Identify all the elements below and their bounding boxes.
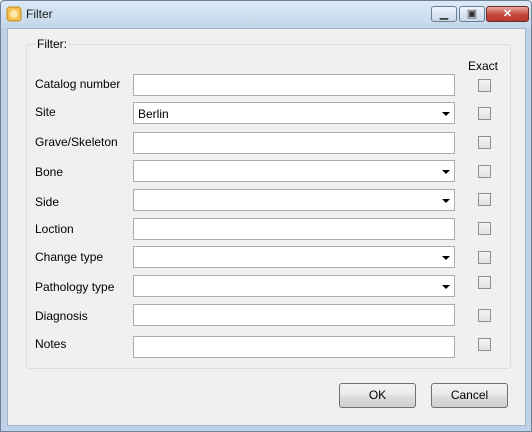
bone-label: Bone (35, 165, 64, 179)
maximize-icon: ▣ (466, 8, 478, 20)
catalog-number-exact-checkbox[interactable] (478, 79, 491, 92)
notes-input[interactable] (133, 336, 455, 358)
change-type-label: Change type (35, 250, 104, 264)
side-exact-checkbox[interactable] (478, 193, 491, 206)
change-type-dropdown[interactable] (133, 246, 455, 268)
diagnosis-input[interactable] (133, 304, 455, 326)
filter-group: Filter: Exact Catalog number Site Berlin… (26, 37, 511, 369)
chevron-down-icon (442, 256, 450, 260)
dialog-body: Filter: Exact Catalog number Site Berlin… (7, 28, 526, 426)
pathology-type-label: Pathology type (35, 280, 115, 294)
cancel-button[interactable]: Cancel (431, 383, 508, 408)
location-input[interactable] (133, 218, 455, 240)
grave-skeleton-exact-checkbox[interactable] (478, 136, 491, 149)
minimize-button[interactable]: ▁ (431, 6, 457, 22)
exact-column-header: Exact (468, 59, 499, 73)
close-icon: ✕ (502, 8, 513, 20)
filter-dialog: Filter ▁ ▣ ✕ Filter: Exact Catalog numbe… (0, 0, 532, 432)
window-title: Filter (26, 7, 53, 21)
group-title: Filter: (36, 37, 68, 51)
app-icon (6, 6, 22, 22)
site-selected-value: Berlin (138, 107, 169, 121)
site-label: Site (35, 105, 56, 119)
maximize-button[interactable]: ▣ (459, 6, 485, 22)
ok-button[interactable]: OK (339, 383, 416, 408)
chevron-down-icon (442, 285, 450, 289)
chevron-down-icon (442, 199, 450, 203)
title-bar[interactable]: Filter ▁ ▣ ✕ (1, 1, 531, 28)
grave-skeleton-label: Grave/Skeleton (35, 135, 118, 149)
side-dropdown[interactable] (133, 189, 455, 211)
pathology-type-exact-checkbox[interactable] (478, 276, 491, 289)
site-dropdown[interactable]: Berlin (133, 102, 455, 124)
bone-exact-checkbox[interactable] (478, 165, 491, 178)
notes-label: Notes (35, 337, 67, 351)
notes-exact-checkbox[interactable] (478, 338, 491, 351)
location-exact-checkbox[interactable] (478, 222, 491, 235)
pathology-type-dropdown[interactable] (133, 275, 455, 297)
diagnosis-label: Diagnosis (35, 309, 88, 323)
side-label: Side (35, 195, 60, 209)
change-type-exact-checkbox[interactable] (478, 251, 491, 264)
catalog-number-label: Catalog number (35, 77, 121, 91)
diagnosis-exact-checkbox[interactable] (478, 309, 491, 322)
close-button[interactable]: ✕ (486, 6, 529, 22)
minimize-icon: ▁ (439, 8, 449, 20)
chevron-down-icon (442, 170, 450, 174)
bone-dropdown[interactable] (133, 160, 455, 182)
location-label: Loction (35, 222, 74, 236)
chevron-down-icon (442, 112, 450, 116)
catalog-number-input[interactable] (133, 74, 455, 96)
grave-skeleton-input[interactable] (133, 132, 455, 154)
site-exact-checkbox[interactable] (478, 107, 491, 120)
